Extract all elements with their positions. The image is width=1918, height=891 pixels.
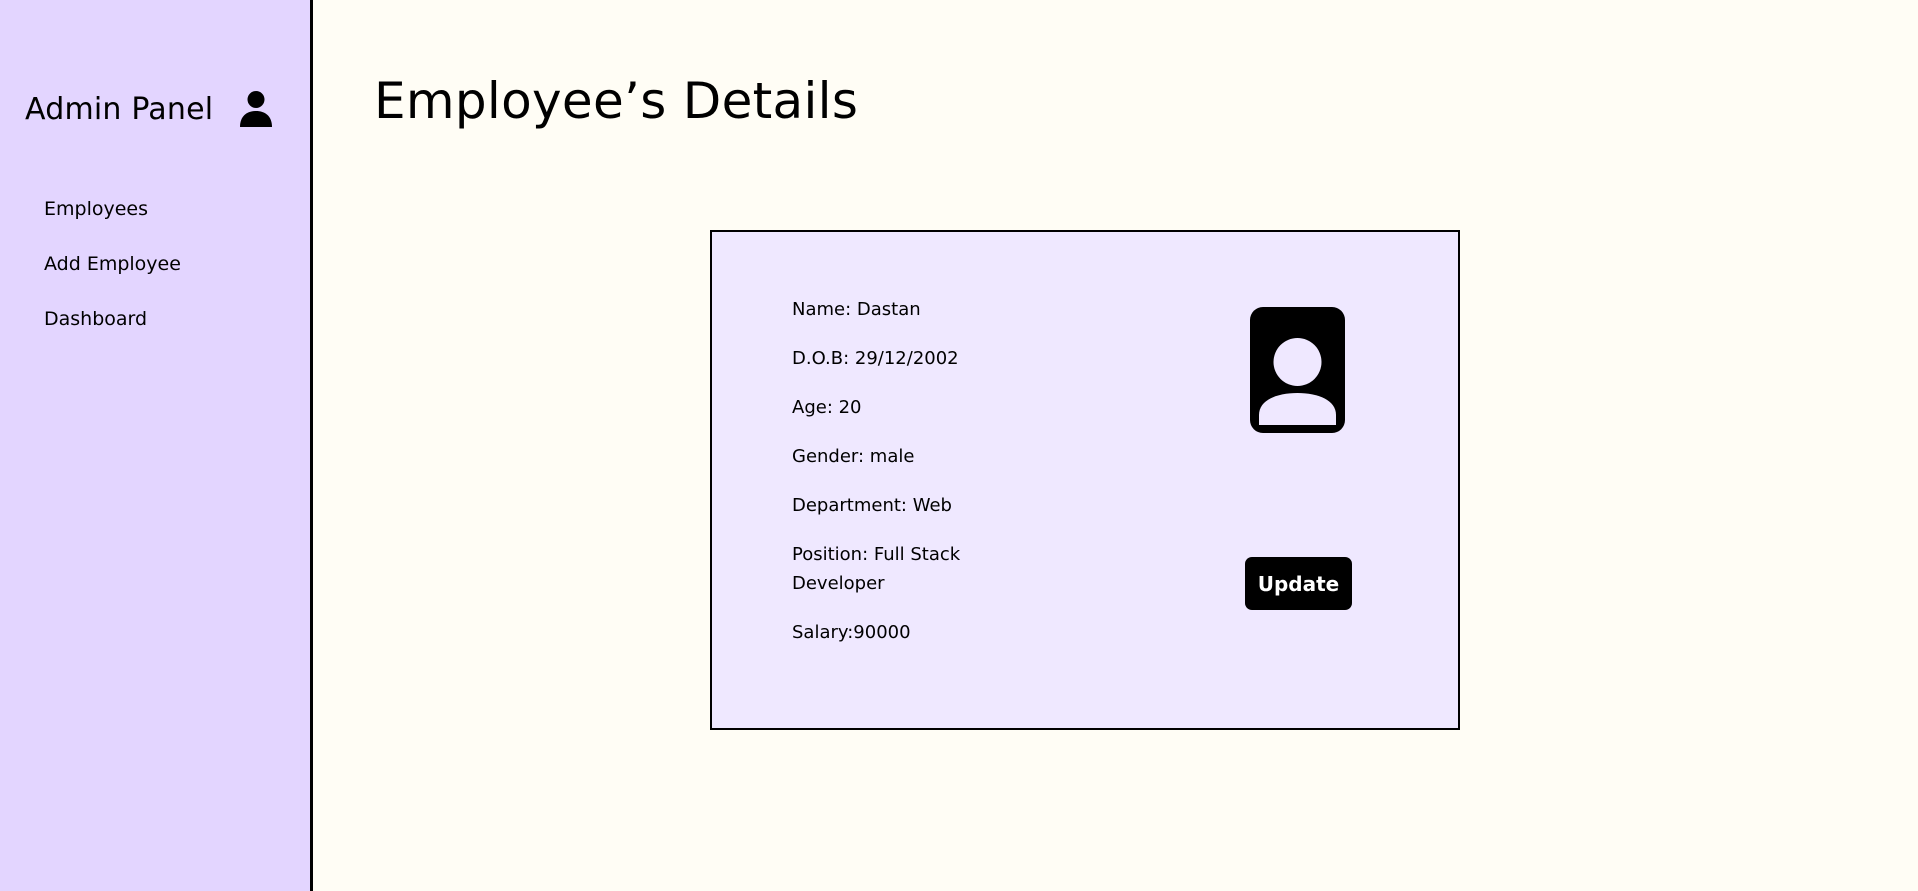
nav-item-add-employee[interactable]: Add Employee [44, 249, 181, 304]
admin-panel-title: Admin Panel [25, 91, 214, 127]
employee-department: Department: Web [792, 495, 952, 516]
user-icon[interactable] [239, 90, 273, 128]
employee-details-card: Name: Dastan D.O.B: 29/12/2002 Age: 20 G… [710, 230, 1460, 730]
update-button[interactable]: Update [1245, 557, 1352, 610]
employee-gender: Gender: male [792, 446, 915, 467]
nav-item-dashboard[interactable]: Dashboard [44, 304, 181, 359]
employee-position: Position: Full Stack Developer [792, 544, 961, 594]
employee-salary: Salary:90000 [792, 622, 911, 643]
sidebar: Admin Panel Employees Add Employee Dashb… [0, 0, 313, 891]
employee-age: Age: 20 [792, 397, 862, 418]
employee-fields: Name: Dastan D.O.B: 29/12/2002 Age: 20 G… [792, 295, 982, 667]
sidebar-nav: Employees Add Employee Dashboard [44, 194, 181, 359]
employee-dob: D.O.B: 29/12/2002 [792, 348, 959, 369]
page-title: Employee’s Details [374, 72, 859, 130]
sidebar-brand: Admin Panel [25, 90, 273, 128]
employee-name: Name: Dastan [792, 299, 921, 320]
nav-item-employees[interactable]: Employees [44, 194, 181, 249]
id-badge-icon [1250, 307, 1345, 433]
